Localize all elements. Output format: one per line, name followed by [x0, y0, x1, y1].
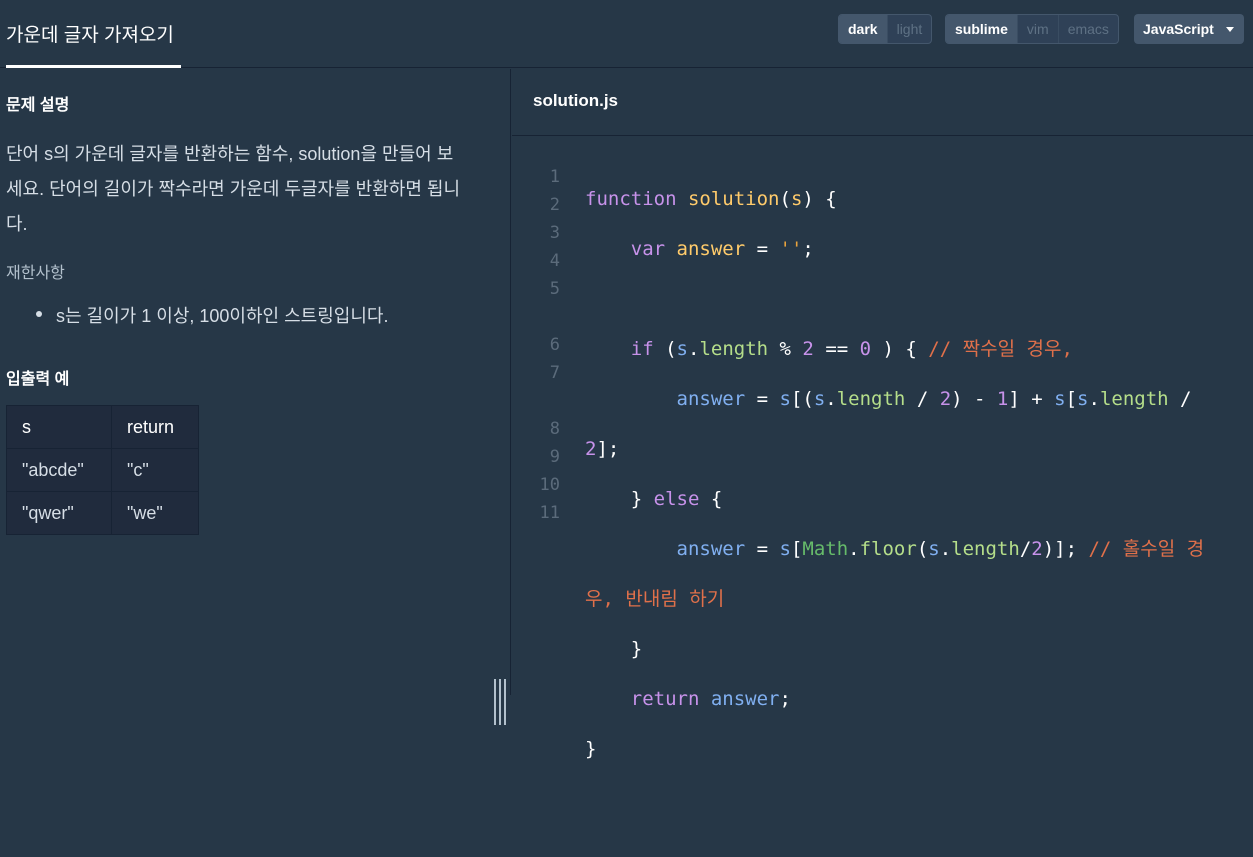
keymap-vim-button[interactable]: vim — [1016, 15, 1058, 43]
theme-toggle: dark light — [838, 14, 933, 44]
code-line: if (s.length % 2 == 0 ) { // 짝수일 경우, — [630, 338, 1073, 360]
code-line: var answer = ''; — [630, 238, 814, 260]
line-number: 2 — [549, 195, 560, 215]
line-number — [512, 387, 560, 415]
language-label: JavaScript — [1143, 21, 1214, 37]
restriction-text: s는 길이가 1 이상, 100이하인 스트링입니다. — [56, 306, 389, 326]
io-example-table: s return "abcde" "c" "qwer" "we" — [6, 405, 199, 535]
code-line: } else { — [585, 488, 723, 510]
line-number: 5 — [549, 279, 560, 299]
table-header-cell: s — [6, 405, 112, 449]
restrictions-list: s는 길이가 1 이상, 100이하인 스트링입니다. — [36, 302, 388, 328]
editor-pane: solution.js 1 2 3 4 5 6 7 8 9 10 11 func… — [512, 69, 1253, 760]
line-number: 6 — [549, 335, 560, 355]
chevron-down-icon — [1226, 27, 1234, 32]
problem-section-title: 문제 설명 — [6, 97, 70, 114]
code-line: function solution(s) { — [585, 188, 837, 210]
bullet-icon — [36, 311, 42, 317]
pane-resize-handle[interactable] — [494, 679, 508, 725]
restrictions-title: 재한사항 — [6, 265, 65, 282]
theme-dark-button[interactable]: dark — [839, 15, 887, 43]
table-row: "abcde" "c" — [6, 448, 199, 492]
code-line: 2]; — [585, 438, 620, 460]
table-header-row: s return — [6, 405, 199, 449]
keymap-sublime-button[interactable]: sublime — [946, 15, 1017, 43]
line-number: 10 — [539, 475, 560, 495]
code-line: } — [585, 638, 643, 660]
problem-title-tab[interactable]: 가운데 글자 가져오기 — [6, 0, 174, 68]
line-number-gutter: 1 2 3 4 5 6 7 8 9 10 11 — [512, 163, 560, 527]
line-number: 9 — [549, 447, 560, 467]
table-cell: "qwer" — [6, 491, 112, 535]
table-cell: "abcde" — [6, 448, 112, 492]
problem-pane: 문제 설명 단어 s의 가운데 글자를 반환하는 함수, solution을 만… — [0, 69, 511, 725]
code-line: return answer; — [630, 688, 791, 710]
line-number: 4 — [549, 251, 560, 271]
line-number: 3 — [549, 223, 560, 243]
problem-description: 단어 s의 가운데 글자를 반환하는 함수, solution을 만들어 보세요… — [6, 144, 461, 234]
list-item: s는 길이가 1 이상, 100이하인 스트링입니다. — [36, 302, 388, 328]
line-number: 7 — [549, 363, 560, 383]
language-select[interactable]: JavaScript — [1134, 14, 1244, 44]
table-cell: "we" — [111, 491, 199, 535]
line-number: 8 — [549, 419, 560, 439]
active-tab-underline — [6, 65, 181, 68]
table-cell: "c" — [111, 448, 199, 492]
code-line: answer = s[Math.floor(s.length/2)]; // 홀… — [676, 538, 1205, 560]
keymap-toggle: sublime vim emacs — [945, 14, 1119, 44]
keymap-emacs-button[interactable]: emacs — [1057, 15, 1118, 43]
line-number — [512, 303, 560, 331]
theme-light-button[interactable]: light — [886, 15, 932, 43]
table-header-cell: return — [111, 405, 199, 449]
code-content[interactable]: function solution(s) { var answer = ''; … — [585, 163, 1245, 857]
line-number: 11 — [539, 503, 560, 523]
code-line: answer = s[(s.length / 2) - 1] + s[s.len… — [676, 388, 1192, 410]
io-example-title: 입출력 예 — [6, 371, 70, 388]
code-editor[interactable]: 1 2 3 4 5 6 7 8 9 10 11 function solutio… — [512, 137, 1253, 760]
code-line: } — [585, 738, 597, 760]
top-bar: 가운데 글자 가져오기 dark light sublime vim emacs… — [0, 0, 1253, 68]
table-row: "qwer" "we" — [6, 491, 199, 535]
line-number: 1 — [549, 167, 560, 187]
code-line: 우, 반내림 하기 — [585, 588, 725, 610]
editor-filename: solution.js — [512, 69, 1253, 136]
